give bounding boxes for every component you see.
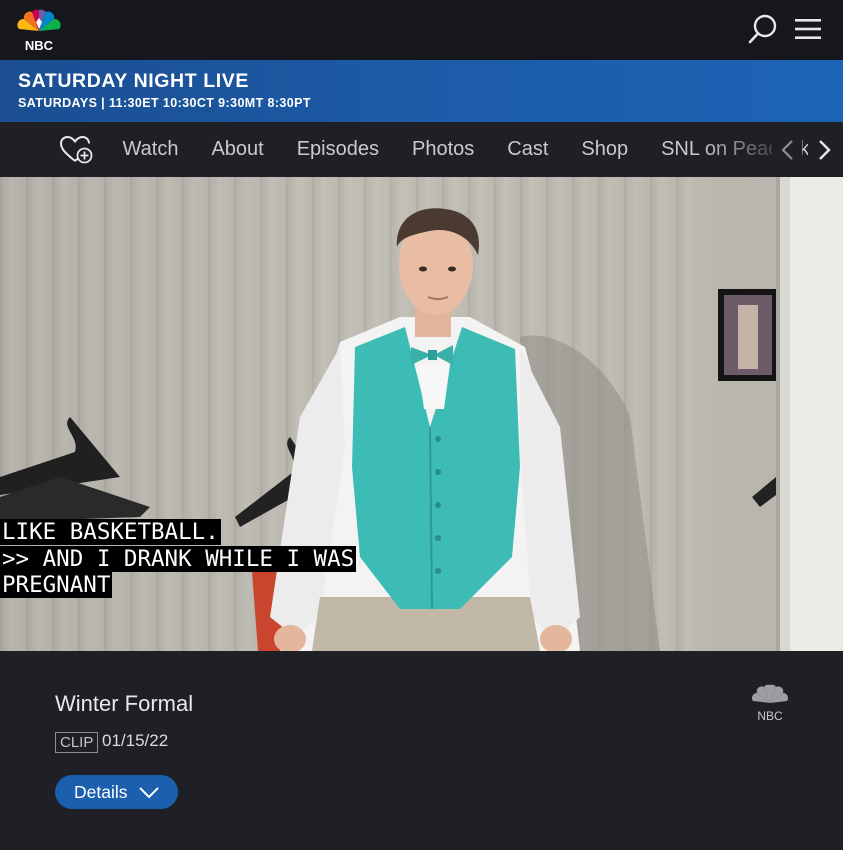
top-bar: NBC [0,0,843,60]
nav-item-episodes[interactable]: Episodes [280,138,395,161]
hamburger-menu-icon[interactable] [793,15,823,43]
details-label: Details [74,782,128,802]
logo-text: NBC [25,38,54,51]
chevron-right-icon[interactable] [808,134,838,166]
clip-type-badge: CLIP [55,732,99,753]
show-schedule: SATURDAYS | 11:30ET 10:30CT 9:30MT 8:30P… [18,96,311,110]
watermark-text: NBC [757,709,783,721]
nav-item-about[interactable]: About [195,138,280,161]
nbc-peacock-logo[interactable]: NBC [16,7,62,51]
video-player[interactable]: LIKE BASKETBALL. >> AND I DRANK WHILE I … [0,177,843,651]
nav-item-shop[interactable]: Shop [565,138,645,161]
heart-plus-icon[interactable] [58,134,94,166]
clip-details: Winter Formal CLIP 01/15/22 Details NBC [0,651,843,850]
chevron-left-icon[interactable] [772,134,802,166]
nav-item-photos[interactable]: Photos [395,138,490,161]
show-title[interactable]: SATURDAY NIGHT LIVE [18,70,249,93]
nav-item-cast[interactable]: Cast [491,138,565,161]
nav-item-watch[interactable]: Watch [106,138,195,161]
caption-line: >> AND I DRANK WHILE I WAS [0,545,357,572]
closed-captions: LIKE BASKETBALL. >> AND I DRANK WHILE I … [0,519,357,599]
search-icon[interactable] [747,12,779,46]
nav-fade-overlay [700,122,780,177]
details-button[interactable]: Details [55,775,178,809]
nbc-logo-watermark: NBC [752,684,788,721]
caption-line: LIKE BASKETBALL. [0,519,221,545]
clip-air-date: 01/15/22 [102,731,169,750]
caption-line: PREGNANT [0,572,113,598]
clip-title: Winter Formal [55,691,194,716]
chevron-down-icon [139,787,159,799]
show-banner: SATURDAY NIGHT LIVE SATURDAYS | 11:30ET … [0,60,843,122]
show-nav: Watch About Episodes Photos Cast Shop SN… [0,122,843,177]
